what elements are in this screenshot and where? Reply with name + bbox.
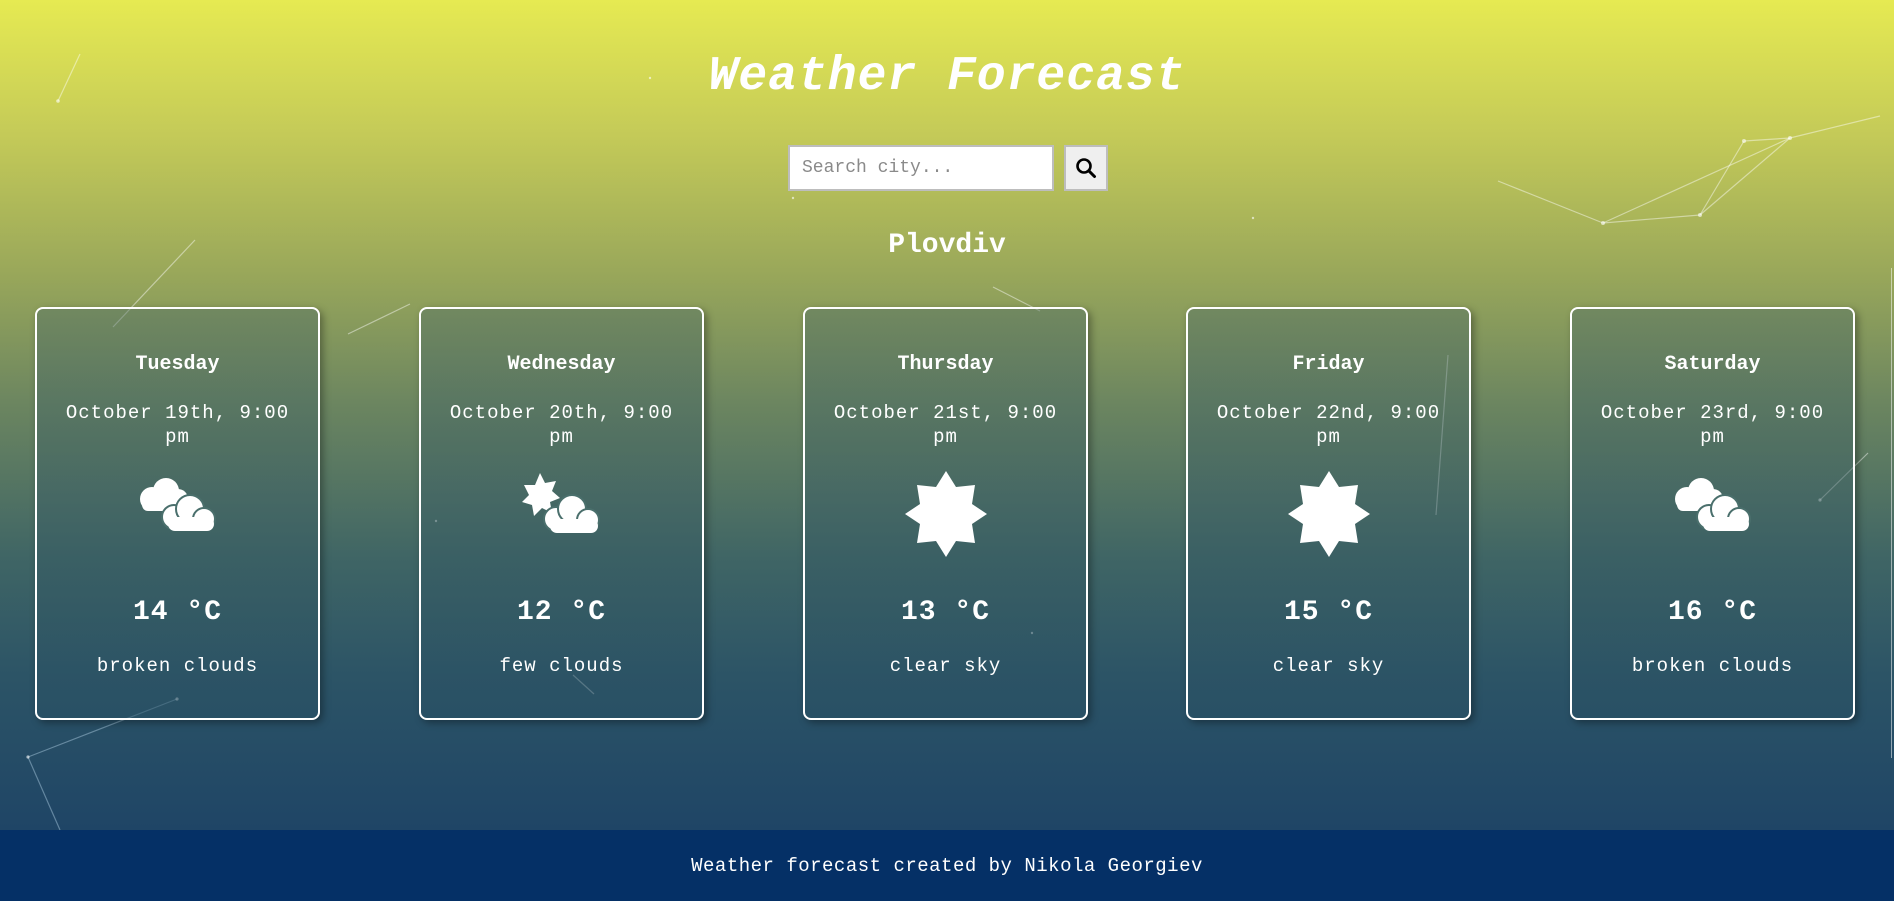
forecast-card-wednesday: Wednesday October 20th, 9:00 pm 12 °C fe… xyxy=(419,307,704,720)
footer: Weather forecast created by Nikola Georg… xyxy=(0,830,1894,901)
card-date: October 21st, 9:00 pm xyxy=(833,402,1058,448)
card-temperature: 15 °C xyxy=(1283,597,1373,628)
card-temperature: 16 °C xyxy=(1667,597,1757,628)
few-clouds-icon xyxy=(421,469,702,559)
scroll-edge-line xyxy=(1891,268,1892,758)
broken-clouds-icon xyxy=(37,469,318,559)
card-temperature: 13 °C xyxy=(900,597,990,628)
clear-sky-icon xyxy=(805,469,1086,559)
forecast-card-friday: Friday October 22nd, 9:00 pm 15 °C clear… xyxy=(1186,307,1471,720)
card-description: few clouds xyxy=(499,655,624,677)
card-day: Tuesday xyxy=(135,353,220,376)
card-day: Saturday xyxy=(1664,353,1761,376)
card-description: broken clouds xyxy=(1631,655,1794,677)
card-date: October 19th, 9:00 pm xyxy=(65,402,290,448)
card-description: clear sky xyxy=(889,655,1002,677)
card-date: October 22nd, 9:00 pm xyxy=(1216,402,1441,448)
page-title: Weather Forecast xyxy=(708,50,1186,104)
card-day: Thursday xyxy=(897,353,994,376)
search-button[interactable] xyxy=(1064,145,1108,191)
city-name: Plovdiv xyxy=(888,230,1006,261)
forecast-card-saturday: Saturday October 23rd, 9:00 pm 16 °C bro… xyxy=(1570,307,1855,720)
card-day: Wednesday xyxy=(507,353,616,376)
card-temperature: 12 °C xyxy=(516,597,606,628)
card-description: clear sky xyxy=(1272,655,1385,677)
search-input[interactable] xyxy=(788,145,1054,191)
footer-credit: Weather forecast created by Nikola Georg… xyxy=(691,854,1203,877)
broken-clouds-icon xyxy=(1572,469,1853,559)
search-bar xyxy=(788,145,1108,191)
clear-sky-icon xyxy=(1188,469,1469,559)
card-date: October 23rd, 9:00 pm xyxy=(1600,402,1825,448)
card-date: October 20th, 9:00 pm xyxy=(449,402,674,448)
card-temperature: 14 °C xyxy=(132,597,222,628)
card-day: Friday xyxy=(1292,353,1365,376)
forecast-cards: Tuesday October 19th, 9:00 pm 14 °C brok… xyxy=(35,307,1855,720)
search-icon xyxy=(1076,158,1096,178)
card-description: broken clouds xyxy=(96,655,259,677)
forecast-card-thursday: Thursday October 21st, 9:00 pm 13 °C cle… xyxy=(803,307,1088,720)
forecast-card-tuesday: Tuesday October 19th, 9:00 pm 14 °C brok… xyxy=(35,307,320,720)
